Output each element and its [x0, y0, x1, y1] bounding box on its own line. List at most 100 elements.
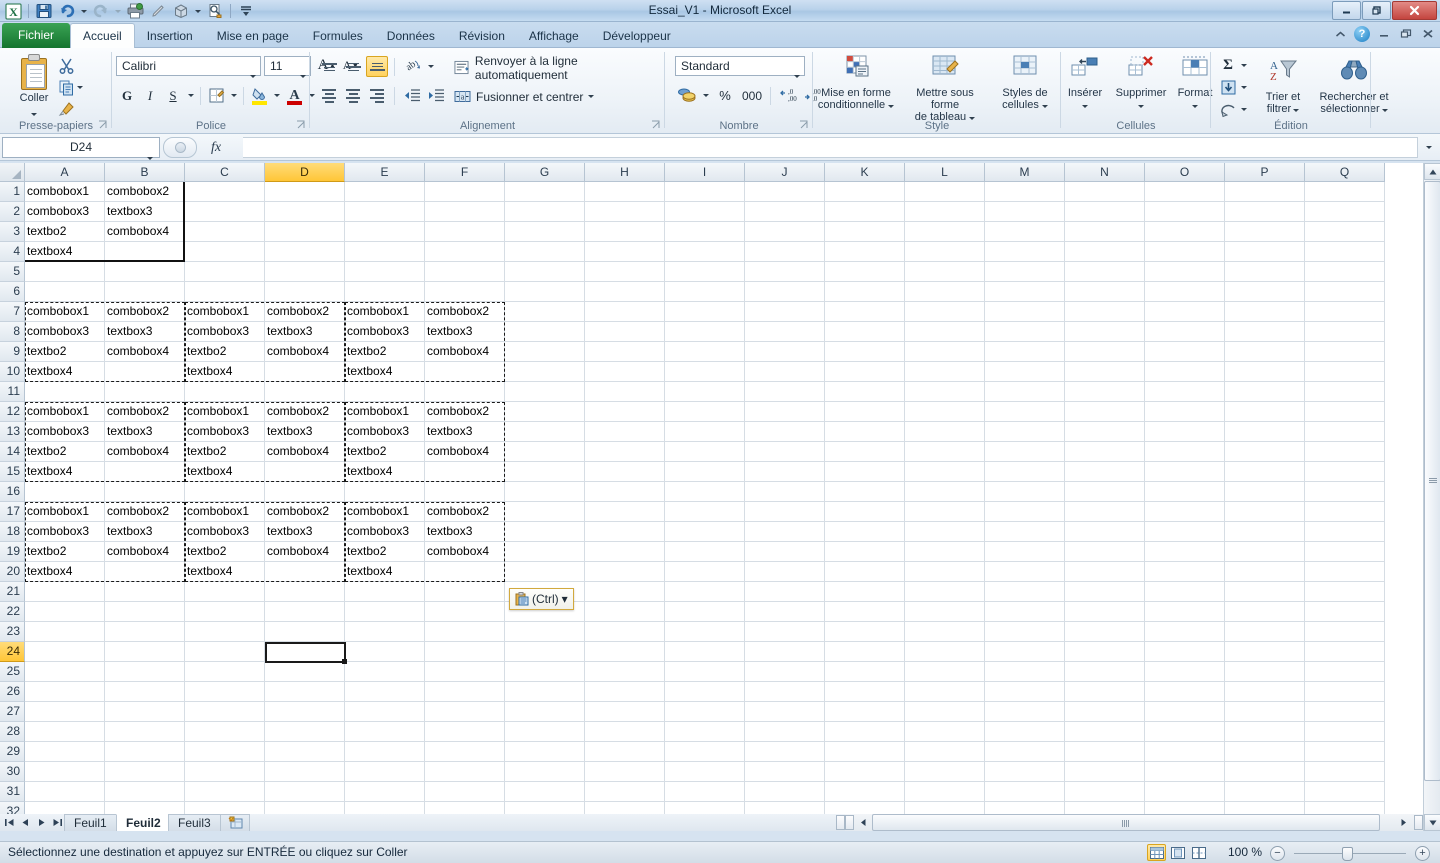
cell-styles-button[interactable]: Styles de cellules [993, 52, 1057, 111]
cell-Q4[interactable] [1305, 242, 1385, 262]
tab-insertion[interactable]: Insertion [135, 24, 205, 48]
cell-J30[interactable] [745, 762, 825, 782]
cell-K1[interactable] [825, 182, 905, 202]
cell-O1[interactable] [1145, 182, 1225, 202]
cell-P21[interactable] [1225, 582, 1305, 602]
cell-H29[interactable] [585, 742, 665, 762]
row-header-6[interactable]: 6 [0, 282, 25, 302]
cell-M12[interactable] [985, 402, 1065, 422]
cell-P22[interactable] [1225, 602, 1305, 622]
orientation-dropdown-button[interactable] [425, 56, 436, 77]
cell-N4[interactable] [1065, 242, 1145, 262]
cell-D11[interactable] [265, 382, 345, 402]
cell-K19[interactable] [825, 542, 905, 562]
cell-C30[interactable] [185, 762, 265, 782]
restore-button[interactable] [1362, 1, 1391, 20]
cell-C8[interactable]: combobox3 [185, 322, 265, 342]
cell-N27[interactable] [1065, 702, 1145, 722]
cell-J23[interactable] [745, 622, 825, 642]
cell-A23[interactable] [25, 622, 105, 642]
cell-G11[interactable] [505, 382, 585, 402]
tab-developpeur[interactable]: Développeur [591, 24, 683, 48]
cell-Q19[interactable] [1305, 542, 1385, 562]
cell-I5[interactable] [665, 262, 745, 282]
cell-E26[interactable] [345, 682, 425, 702]
cell-P16[interactable] [1225, 482, 1305, 502]
cell-D16[interactable] [265, 482, 345, 502]
cell-F26[interactable] [425, 682, 505, 702]
cell-D27[interactable] [265, 702, 345, 722]
cell-I14[interactable] [665, 442, 745, 462]
cell-F9[interactable]: combobox4 [425, 342, 505, 362]
cell-A1[interactable]: combobox1 [25, 182, 105, 202]
zoom-slider-handle[interactable] [1342, 847, 1353, 861]
insert-cells-button[interactable]: Insérer [1061, 52, 1109, 111]
cell-D8[interactable]: textbox3 [265, 322, 345, 342]
cell-F14[interactable]: combobox4 [425, 442, 505, 462]
cell-N28[interactable] [1065, 722, 1145, 742]
cell-I29[interactable] [665, 742, 745, 762]
cell-F17[interactable]: combobox2 [425, 502, 505, 522]
cell-C25[interactable] [185, 662, 265, 682]
cell-I4[interactable] [665, 242, 745, 262]
hscroll-split-handle-right[interactable] [1414, 815, 1423, 830]
cell-M14[interactable] [985, 442, 1065, 462]
column-header-c[interactable]: C [185, 163, 265, 182]
cell-J19[interactable] [745, 542, 825, 562]
cell-L17[interactable] [905, 502, 985, 522]
cell-F30[interactable] [425, 762, 505, 782]
cell-B24[interactable] [105, 642, 185, 662]
thousands-button[interactable]: 000 [739, 85, 765, 106]
cell-C17[interactable]: combobox1 [185, 502, 265, 522]
cell-C12[interactable]: combobox1 [185, 402, 265, 422]
cell-L1[interactable] [905, 182, 985, 202]
cell-B29[interactable] [105, 742, 185, 762]
row-header-21[interactable]: 21 [0, 582, 25, 602]
cell-L9[interactable] [905, 342, 985, 362]
cell-F27[interactable] [425, 702, 505, 722]
cell-J31[interactable] [745, 782, 825, 802]
sheet-tab-feuil3[interactable]: Feuil3 [168, 814, 221, 831]
cell-K6[interactable] [825, 282, 905, 302]
cell-I25[interactable] [665, 662, 745, 682]
cell-K20[interactable] [825, 562, 905, 582]
cell-H9[interactable] [585, 342, 665, 362]
cell-M17[interactable] [985, 502, 1065, 522]
cell-K5[interactable] [825, 262, 905, 282]
cell-K16[interactable] [825, 482, 905, 502]
cell-N6[interactable] [1065, 282, 1145, 302]
cell-B15[interactable] [105, 462, 185, 482]
cell-O13[interactable] [1145, 422, 1225, 442]
cell-D26[interactable] [265, 682, 345, 702]
cell-C7[interactable]: combobox1 [185, 302, 265, 322]
cell-A28[interactable] [25, 722, 105, 742]
cell-H20[interactable] [585, 562, 665, 582]
increase-indent-button[interactable] [425, 85, 447, 106]
column-header-h[interactable]: H [585, 163, 665, 182]
cell-Q30[interactable] [1305, 762, 1385, 782]
cell-E3[interactable] [345, 222, 425, 242]
paste-options-caret-icon[interactable]: ▾ [562, 592, 568, 606]
cell-I18[interactable] [665, 522, 745, 542]
cell-H2[interactable] [585, 202, 665, 222]
row-header-16[interactable]: 16 [0, 482, 25, 502]
cell-N3[interactable] [1065, 222, 1145, 242]
cell-H26[interactable] [585, 682, 665, 702]
cell-H14[interactable] [585, 442, 665, 462]
row-header-24[interactable]: 24 [0, 642, 25, 662]
cell-G14[interactable] [505, 442, 585, 462]
cell-Q22[interactable] [1305, 602, 1385, 622]
cell-J15[interactable] [745, 462, 825, 482]
cell-I23[interactable] [665, 622, 745, 642]
cell-F20[interactable] [425, 562, 505, 582]
cell-Q23[interactable] [1305, 622, 1385, 642]
row-header-26[interactable]: 26 [0, 682, 25, 702]
cell-K7[interactable] [825, 302, 905, 322]
cell-K28[interactable] [825, 722, 905, 742]
cell-N29[interactable] [1065, 742, 1145, 762]
cell-B20[interactable] [105, 562, 185, 582]
cell-J20[interactable] [745, 562, 825, 582]
column-header-m[interactable]: M [985, 163, 1065, 182]
cell-B11[interactable] [105, 382, 185, 402]
align-left-button[interactable] [318, 85, 340, 106]
